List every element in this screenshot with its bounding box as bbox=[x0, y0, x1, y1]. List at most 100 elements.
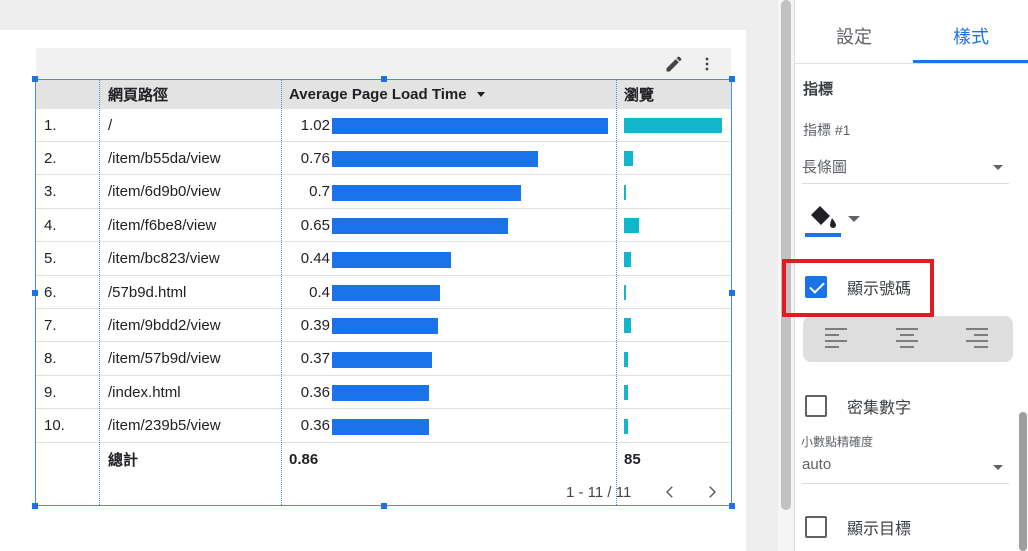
chevron-right-icon[interactable] bbox=[703, 483, 721, 501]
align-center-icon[interactable] bbox=[896, 328, 918, 350]
resize-handle[interactable] bbox=[381, 76, 387, 82]
table-row[interactable]: 1. / 1.02 bbox=[36, 109, 731, 142]
compact-numbers-checkbox[interactable] bbox=[805, 395, 827, 417]
pencil-icon[interactable] bbox=[664, 54, 684, 74]
alignment-button-group bbox=[803, 316, 1013, 362]
metric-section-title: 指標 bbox=[803, 81, 834, 98]
page-path-cell: / bbox=[108, 116, 113, 134]
load-time-bar bbox=[332, 251, 451, 268]
views-bar bbox=[624, 418, 628, 434]
column-header-dimension[interactable]: 網頁路徑 bbox=[108, 80, 168, 109]
load-time-value: 0.65 bbox=[300, 216, 330, 234]
table-header-row: 網頁路徑 Average Page Load Time 瀏覽 bbox=[36, 80, 731, 109]
load-time-value: 0.39 bbox=[300, 316, 330, 334]
table-row[interactable]: 6. /57b9d.html 0.4 bbox=[36, 276, 731, 309]
total-views-value: 85 bbox=[624, 451, 641, 468]
chart-type-select[interactable]: 長條圖 bbox=[802, 152, 1009, 184]
row-index: 9. bbox=[44, 383, 57, 401]
load-time-bar bbox=[332, 184, 521, 201]
column-header-views[interactable]: 瀏覽 bbox=[624, 80, 654, 109]
table-row[interactable]: 5. /item/bc823/view 0.44 bbox=[36, 243, 731, 276]
page-path-cell: /item/9bdd2/view bbox=[108, 316, 221, 334]
resize-handle[interactable] bbox=[381, 503, 387, 509]
page-path-cell: /item/6d9b0/view bbox=[108, 183, 221, 201]
views-bar bbox=[624, 285, 626, 300]
views-bar bbox=[624, 218, 639, 234]
table-row[interactable]: 7. /item/9bdd2/view 0.39 bbox=[36, 309, 731, 343]
show-number-label: 顯示號碼 bbox=[847, 281, 912, 298]
show-target-checkbox-row[interactable]: 顯示目標 bbox=[805, 515, 911, 539]
resize-handle[interactable] bbox=[32, 290, 38, 296]
align-right-icon[interactable] bbox=[966, 328, 988, 350]
load-time-bar bbox=[332, 285, 440, 301]
load-time-value: 0.76 bbox=[300, 149, 330, 167]
load-time-bar bbox=[332, 351, 432, 368]
fill-color-dropdown-icon[interactable] bbox=[848, 216, 860, 222]
load-time-value: 0.36 bbox=[300, 383, 330, 401]
column-divider[interactable] bbox=[99, 80, 100, 505]
table-row[interactable]: 2. /item/b55da/view 0.76 bbox=[36, 142, 731, 176]
resize-handle[interactable] bbox=[32, 76, 38, 82]
sort-desc-icon[interactable] bbox=[476, 92, 485, 97]
tabs-divider bbox=[795, 63, 1028, 64]
canvas-scrollbar-thumb[interactable] bbox=[781, 0, 791, 510]
views-bar bbox=[624, 118, 722, 133]
load-time-value: 0.36 bbox=[300, 417, 330, 435]
views-bar bbox=[624, 318, 631, 334]
resize-handle[interactable] bbox=[729, 503, 735, 509]
show-target-checkbox[interactable] bbox=[805, 516, 827, 538]
column-divider[interactable] bbox=[281, 80, 282, 505]
load-time-value: 0.37 bbox=[300, 350, 330, 368]
chevron-left-icon[interactable] bbox=[661, 483, 679, 501]
metric-1-label: 指標 #1 bbox=[803, 122, 851, 138]
load-time-bar bbox=[332, 118, 608, 134]
row-index: 6. bbox=[44, 283, 57, 301]
load-time-value: 0.7 bbox=[309, 183, 330, 201]
compact-numbers-label: 密集數字 bbox=[847, 400, 912, 417]
decimal-precision-value: auto bbox=[802, 456, 832, 473]
resize-handle[interactable] bbox=[729, 76, 735, 82]
page-path-cell: /item/f6be8/view bbox=[108, 216, 217, 234]
row-index: 1. bbox=[44, 116, 57, 134]
tab-setup[interactable]: 設定 bbox=[795, 10, 913, 62]
paint-bucket-icon[interactable] bbox=[805, 200, 841, 240]
resize-handle[interactable] bbox=[729, 290, 735, 296]
table-row[interactable]: 9. /index.html 0.36 bbox=[36, 376, 731, 410]
load-time-value: 0.44 bbox=[300, 250, 330, 268]
align-left-icon[interactable] bbox=[825, 328, 847, 350]
table-row[interactable]: 10. /item/239b5/view 0.36 bbox=[36, 410, 731, 443]
column-header-metric[interactable]: Average Page Load Time bbox=[289, 80, 485, 109]
show-number-checkbox-row[interactable]: 顯示號碼 bbox=[805, 275, 911, 299]
views-bar bbox=[624, 184, 626, 200]
resize-handle[interactable] bbox=[32, 503, 38, 509]
total-load-value: 0.86 bbox=[289, 451, 319, 468]
row-index: 5. bbox=[44, 250, 57, 268]
properties-panel: 設定 樣式 指標 指標 #1 長條圖 顯示號碼 密集數字 小數點精確度 auto… bbox=[794, 0, 1028, 551]
page-path-cell: /57b9d.html bbox=[108, 283, 187, 301]
pagination-label: 1 - 11 / 11 bbox=[566, 483, 632, 501]
column-divider[interactable] bbox=[616, 80, 617, 505]
report-editor: 網頁路徑 Average Page Load Time 瀏覽 1. / 1.02 2.… bbox=[0, 0, 1028, 551]
more-vert-icon[interactable] bbox=[697, 54, 717, 74]
tab-style[interactable]: 樣式 bbox=[913, 10, 1028, 62]
table-row[interactable]: 4. /item/f6be8/view 0.65 bbox=[36, 209, 731, 243]
table-row[interactable]: 8. /item/57b9d/view 0.37 bbox=[36, 343, 731, 376]
decimal-precision-select[interactable]: auto bbox=[802, 452, 1009, 484]
load-time-value: 0.4 bbox=[309, 283, 330, 301]
show-number-checkbox[interactable] bbox=[805, 276, 827, 298]
table-row[interactable]: 3. /item/6d9b0/view 0.7 bbox=[36, 176, 731, 209]
load-time-bar bbox=[332, 385, 429, 402]
dropdown-caret-icon bbox=[993, 465, 1003, 470]
chart-type-value: 長條圖 bbox=[802, 159, 848, 176]
panel-scrollbar-thumb[interactable] bbox=[1019, 412, 1027, 551]
canvas-scrollbar[interactable] bbox=[778, 0, 794, 551]
load-time-bar bbox=[332, 151, 538, 168]
views-bar bbox=[624, 351, 628, 367]
row-index: 3. bbox=[44, 183, 57, 201]
total-label: 總計 bbox=[108, 452, 139, 469]
page-path-cell: /item/b55da/view bbox=[108, 149, 221, 167]
compact-numbers-checkbox-row[interactable]: 密集數字 bbox=[805, 394, 911, 418]
row-index: 2. bbox=[44, 149, 57, 167]
show-target-label: 顯示目標 bbox=[847, 521, 912, 538]
page-path-cell: /item/bc823/view bbox=[108, 250, 220, 268]
